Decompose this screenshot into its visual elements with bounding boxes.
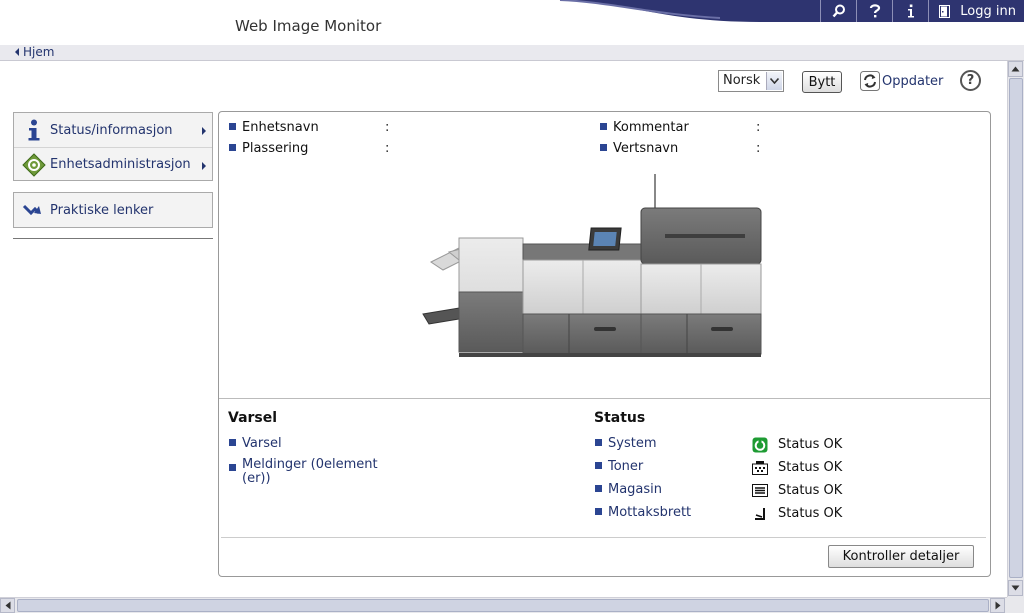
messages-link[interactable]: Meldinger (0element (er)) — [229, 458, 378, 486]
alert-link[interactable]: Varsel — [229, 437, 282, 451]
status-toner-label: Toner — [608, 459, 644, 474]
switch-language-button[interactable]: Bytt — [802, 71, 842, 93]
language-value: Norsk — [723, 73, 761, 88]
breadcrumb: Hjem — [0, 45, 1024, 61]
bullet — [229, 464, 236, 471]
scroll-down-button[interactable] — [1008, 580, 1023, 596]
refresh-button[interactable]: Oppdater — [860, 71, 943, 91]
status-text: Status OK — [778, 460, 843, 475]
login-label: Logg inn — [960, 3, 1016, 19]
chevron-down-icon — [766, 72, 782, 90]
sidebar-menu: Status/informasjon Enhetsadministrasjon — [13, 112, 213, 181]
page-help-icon[interactable]: ? — [960, 70, 981, 91]
status-output-tray-value: Status OK — [751, 505, 842, 522]
useful-links-label: Praktiske lenker — [50, 202, 154, 218]
bullet — [229, 123, 236, 130]
scroll-left-button[interactable] — [0, 598, 15, 613]
home-label: Hjem — [23, 45, 55, 59]
sidebar-item-label: Enhetsadministrasjon — [50, 157, 191, 172]
bullet — [600, 144, 607, 151]
back-arrow-icon — [15, 48, 19, 56]
door-icon — [939, 4, 951, 18]
chevron-right-icon — [202, 127, 206, 135]
location-label: Plassering — [242, 141, 309, 156]
help-icon[interactable] — [856, 0, 892, 22]
refresh-label: Oppdater — [882, 73, 944, 89]
output-tray-icon — [751, 505, 768, 522]
bullet — [595, 439, 602, 446]
printer-image — [422, 174, 762, 357]
bullet — [595, 485, 602, 492]
info-icon[interactable] — [892, 0, 928, 22]
colon: : — [756, 141, 761, 156]
status-tray-label: Magasin — [608, 482, 663, 497]
top-toolbar: Logg inn — [820, 0, 1024, 22]
sidebar-item-device-admin[interactable]: Enhetsadministrasjon — [14, 147, 212, 181]
status-title: Status — [594, 410, 646, 426]
tray-icon — [751, 482, 768, 499]
colon: : — [385, 120, 390, 135]
status-system-label: System — [608, 436, 657, 451]
device-name-row: Enhetsnavn — [229, 120, 319, 135]
bullet — [229, 439, 236, 446]
scroll-up-button[interactable] — [1008, 61, 1023, 77]
device-status-panel: Enhetsnavn : Plassering : Kommentar : Ve… — [218, 111, 991, 577]
status-text: Status OK — [778, 506, 843, 521]
panel-divider — [219, 398, 990, 399]
sidebar-item-status-info[interactable]: Status/informasjon — [14, 113, 212, 147]
status-tray-value: Status OK — [751, 482, 842, 499]
comment-row: Kommentar — [600, 120, 689, 135]
login-button[interactable]: Logg inn — [928, 0, 1024, 22]
chevron-right-icon — [202, 162, 206, 170]
app-title: Web Image Monitor — [235, 17, 382, 35]
status-output-tray-link[interactable]: Mottaksbrett — [595, 506, 691, 520]
refresh-icon — [860, 71, 880, 91]
horizontal-scroll-thumb[interactable] — [17, 599, 989, 612]
status-system-value: Status OK — [751, 436, 842, 453]
colon: : — [756, 120, 761, 135]
status-toner-link[interactable]: Toner — [595, 460, 643, 474]
status-output-tray-label: Mottaksbrett — [608, 505, 692, 520]
scrollbar-corner — [1007, 597, 1024, 613]
scroll-right-button[interactable] — [990, 598, 1005, 613]
header: Web Image Monitor Logg inn — [0, 0, 1024, 45]
sidebar-item-label: Status/informasjon — [50, 122, 173, 138]
panel-bottom-divider — [221, 537, 986, 538]
horizontal-scrollbar[interactable] — [0, 597, 1007, 613]
status-text: Status OK — [778, 483, 843, 498]
comment-label: Kommentar — [613, 120, 689, 135]
check-details-button[interactable]: Kontroller detaljer — [828, 545, 974, 568]
link-arrow-icon — [22, 200, 46, 220]
toner-icon — [751, 459, 768, 476]
useful-links-button[interactable]: Praktiske lenker — [13, 192, 213, 228]
vertical-scrollbar[interactable] — [1007, 61, 1024, 597]
colon: : — [385, 141, 390, 156]
status-toner-value: Status OK — [751, 459, 842, 476]
device-admin-icon — [22, 152, 46, 177]
home-link[interactable]: Hjem — [15, 45, 54, 60]
sidebar-divider — [13, 238, 213, 239]
location-row: Plassering — [229, 141, 308, 156]
vertical-scroll-thumb[interactable] — [1009, 78, 1023, 578]
search-icon[interactable] — [820, 0, 856, 22]
messages-link-line2: (er)) — [242, 471, 271, 486]
status-tray-link[interactable]: Magasin — [595, 483, 662, 497]
status-system-link[interactable]: System — [595, 437, 656, 451]
bullet — [595, 462, 602, 469]
device-name-label: Enhetsnavn — [242, 120, 319, 135]
bullet — [229, 144, 236, 151]
system-ok-icon — [751, 436, 768, 453]
messages-link-line1: Meldinger (0element — [242, 457, 378, 472]
alerts-title: Varsel — [228, 410, 278, 426]
alert-link-label: Varsel — [242, 436, 282, 451]
status-text: Status OK — [778, 437, 843, 452]
bullet — [595, 508, 602, 515]
messages-link-text: Meldinger (0element (er)) — [242, 458, 378, 486]
hostname-row: Vertsnavn — [600, 141, 678, 156]
language-select[interactable]: Norsk — [718, 70, 784, 92]
info-icon — [22, 118, 46, 142]
bullet — [600, 123, 607, 130]
hostname-label: Vertsnavn — [613, 141, 679, 156]
